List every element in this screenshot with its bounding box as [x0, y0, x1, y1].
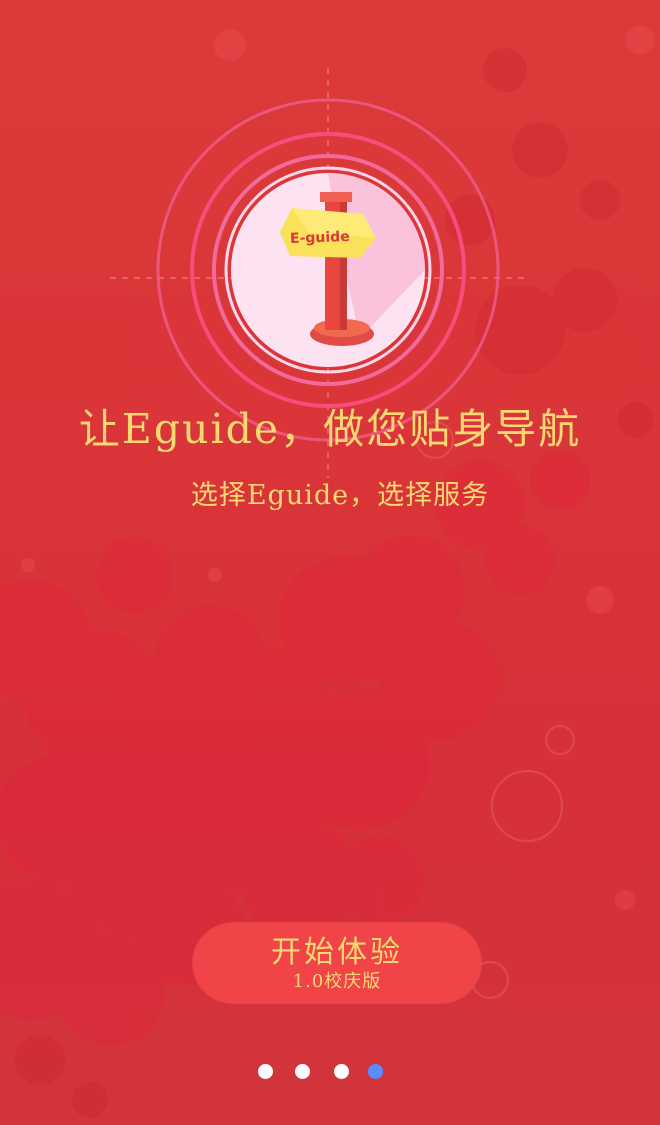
svg-text:E-guide: E-guide [290, 229, 350, 247]
page-dot-2[interactable] [295, 1064, 310, 1079]
subline: 选择Eguide，选择服务 [190, 480, 490, 511]
headline: 让Eguide，做您贴身导航 [78, 405, 582, 453]
guide-screen: E-guide 让Eguide，做您贴身导航 选择Eguide，选择服务 开始体… [0, 0, 660, 1125]
page-dot-3[interactable] [334, 1064, 349, 1079]
start-button[interactable]: 开始体验 1.0校庆版 [193, 923, 481, 1003]
page-dot-4-active[interactable] [368, 1064, 383, 1079]
start-button-label: 开始体验 [271, 935, 403, 970]
start-button-version: 1.0校庆版 [292, 971, 382, 992]
page-indicator [250, 1064, 400, 1084]
page-dot-1[interactable] [258, 1064, 273, 1079]
